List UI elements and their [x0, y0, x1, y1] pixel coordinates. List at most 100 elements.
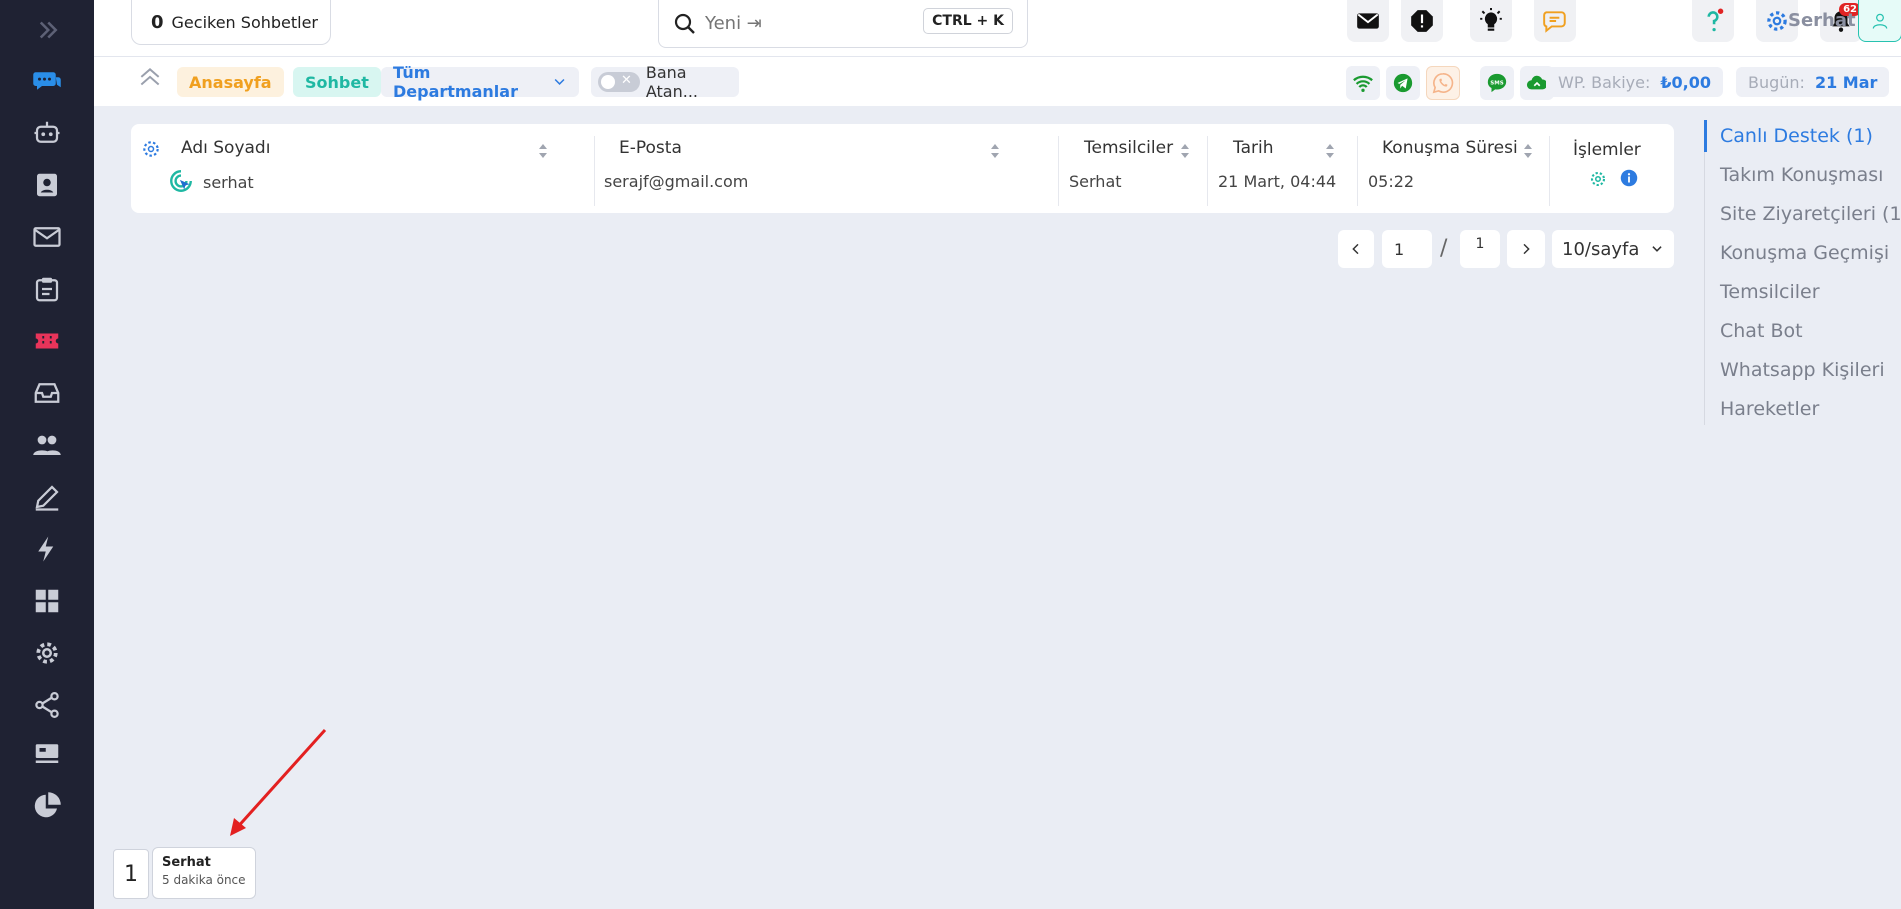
channel-telegram-button[interactable] [1386, 66, 1420, 100]
sort-icon[interactable] [1523, 142, 1533, 160]
assigned-label: Bana Atan... [645, 63, 698, 101]
assigned-toggle[interactable]: ✕ [598, 72, 640, 92]
row-settings-icon[interactable] [1589, 170, 1607, 188]
page-input[interactable]: 1 [1382, 230, 1432, 268]
lightbulb-icon [1480, 8, 1502, 31]
annotation-arrow [230, 728, 327, 836]
late-chats-button[interactable]: 0 Geciken Sohbetler [131, 0, 331, 45]
menu-chat-history[interactable]: Konuşma Geçmişi [1720, 242, 1889, 264]
page-size-select[interactable]: 10/sayfa [1552, 230, 1674, 268]
ticket-icon[interactable] [27, 321, 67, 361]
channel-whatsapp-button[interactable] [1426, 66, 1460, 100]
channel-wifi-button[interactable] [1346, 66, 1380, 100]
waiting-chat-card[interactable]: Serhat 5 dakika önce [152, 847, 256, 899]
column-header-agents[interactable]: Temsilciler [1084, 138, 1173, 158]
search-input[interactable] [705, 13, 935, 34]
page-separator: / [1440, 236, 1448, 261]
row-name[interactable]: serhat [203, 173, 254, 192]
menu-site-visitors[interactable]: Site Ziyaretçileri (1) [1720, 203, 1901, 225]
chevron-down-icon [1652, 246, 1662, 252]
column-header-email[interactable]: E-Posta [619, 138, 682, 158]
row-email: serajf@gmail.com [604, 172, 749, 191]
menu-activities[interactable]: Hareketler [1720, 398, 1819, 420]
feedback-button[interactable] [1534, 0, 1576, 42]
department-select-value: Tüm Departmanlar [393, 63, 518, 101]
menu-live-support[interactable]: Canlı Destek (1) [1720, 125, 1873, 147]
table-settings-icon[interactable] [141, 139, 161, 159]
menu-whatsapp-contacts[interactable]: Whatsapp Kişileri [1720, 359, 1885, 381]
expand-sidebar-icon[interactable] [27, 10, 67, 50]
sort-icon[interactable] [1325, 142, 1335, 160]
wifi-icon [1353, 75, 1373, 92]
today-value: 21 Mar [1814, 72, 1878, 92]
home-tab[interactable]: Anasayfa [177, 67, 284, 97]
theme-toggle-button[interactable] [1470, 0, 1512, 42]
row-info-icon[interactable] [1620, 169, 1638, 187]
reports-pie-icon[interactable] [27, 786, 67, 826]
search-icon [674, 13, 695, 34]
column-divider [1058, 136, 1059, 206]
department-select[interactable]: Tüm Departmanlar [381, 63, 579, 101]
sort-icon[interactable] [990, 142, 1000, 160]
server-icon[interactable] [27, 733, 67, 773]
today-label: Bugün: [1748, 72, 1805, 92]
dashboard-grid-icon[interactable] [27, 581, 67, 621]
avatar[interactable] [1858, 0, 1901, 42]
search-box[interactable]: CTRL + K [658, 0, 1028, 48]
assigned-to-me-filter[interactable]: ✕ Bana Atan... [591, 63, 739, 101]
telegram-icon [1393, 73, 1413, 93]
sort-icon[interactable] [1180, 142, 1190, 160]
waiting-chat-count[interactable]: 1 [113, 849, 149, 899]
column-header-date[interactable]: Tarih [1233, 138, 1273, 158]
top-bar: 0 Geciken Sohbetler CTRL + K 62 Serhat [94, 0, 1901, 57]
sms-icon: SMS [1487, 73, 1507, 93]
chevron-up-icon [140, 68, 160, 86]
wp-balance-value: ₺0,00 [1660, 72, 1711, 92]
mail-icon[interactable] [27, 217, 67, 257]
column-divider [1357, 136, 1358, 206]
mail-button[interactable] [1347, 0, 1389, 42]
chevron-right-icon [1523, 243, 1530, 255]
sort-icon[interactable] [538, 142, 548, 160]
envelope-icon [1357, 13, 1379, 29]
collapse-button[interactable] [137, 65, 163, 91]
alert-button[interactable] [1401, 0, 1443, 42]
column-divider [1207, 136, 1208, 206]
menu-agents[interactable]: Temsilciler [1720, 281, 1820, 303]
user-icon [1872, 13, 1888, 29]
contacts-icon[interactable] [27, 165, 67, 205]
lightning-icon[interactable] [27, 529, 67, 569]
sidebar [0, 0, 94, 909]
alert-octagon-icon [1411, 10, 1433, 32]
live-chat-icon[interactable] [27, 61, 67, 101]
share-icon[interactable] [27, 685, 67, 725]
next-page-button[interactable] [1507, 230, 1545, 268]
chat-tab[interactable]: Sohbet [293, 67, 381, 97]
wp-balance: WP. Bakiye: ₺0,00 [1546, 67, 1723, 97]
users-icon[interactable] [27, 425, 67, 465]
settings-icon[interactable] [27, 633, 67, 673]
channel-sms-button[interactable]: SMS [1480, 66, 1514, 100]
column-divider [1549, 136, 1550, 206]
sub-bar: Anasayfa Sohbet Tüm Departmanlar ✕ Bana … [94, 57, 1901, 106]
question-icon [1707, 8, 1724, 32]
whatsapp-icon [1432, 73, 1454, 94]
page-size-value: 10/sayfa [1562, 238, 1640, 260]
late-chats-count: 0 [151, 11, 164, 33]
user-name[interactable]: Serhat [1788, 10, 1856, 31]
chevron-left-icon [1352, 243, 1359, 255]
menu-team-chat[interactable]: Takım Konuşması [1720, 164, 1883, 186]
tasks-icon[interactable] [27, 269, 67, 309]
chatbot-icon[interactable] [27, 113, 67, 153]
help-button[interactable] [1692, 0, 1734, 42]
late-chats-label: Geciken Sohbetler [171, 12, 319, 32]
prev-page-button[interactable] [1338, 230, 1374, 268]
wp-balance-label: WP. Bakiye: [1558, 72, 1651, 92]
edit-icon[interactable] [27, 477, 67, 517]
inbox-icon[interactable] [27, 373, 67, 413]
total-pages: 1 [1460, 230, 1500, 268]
menu-chat-bot[interactable]: Chat Bot [1720, 320, 1803, 342]
active-indicator [1704, 120, 1707, 152]
column-header-name[interactable]: Adı Soyadı [181, 138, 270, 158]
column-header-duration[interactable]: Konuşma Süresi [1382, 138, 1518, 158]
